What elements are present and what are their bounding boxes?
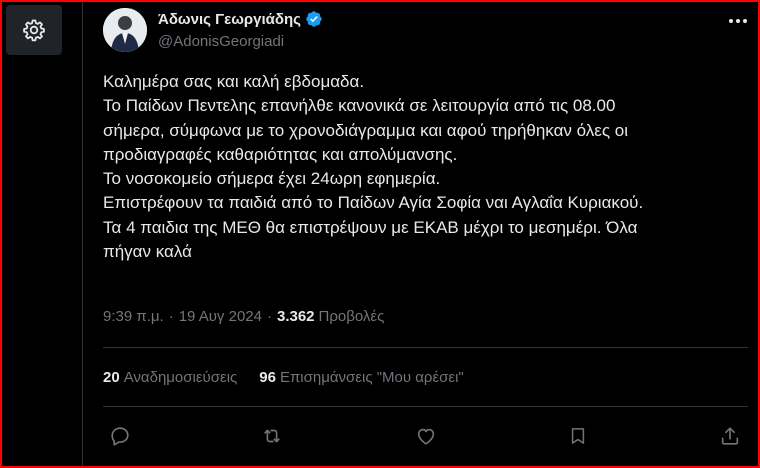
tweet-date[interactable]: 19 Αυγ 2024 (179, 308, 262, 325)
likes-count: 96 (259, 369, 276, 386)
settings-button[interactable] (6, 5, 62, 55)
share-icon (719, 425, 741, 447)
author-display-name[interactable]: Άδωνις Γεωργιάδης (158, 11, 301, 28)
bookmark-button[interactable] (565, 423, 591, 449)
tweet-text-line: προδιαγραφές καθαριότητας και απολύμανση… (103, 144, 458, 164)
views-label: Προβολές (318, 308, 385, 325)
tweet-text-line: Το Παίδων Πεντελης επανήλθε κανονικά σε … (103, 96, 616, 116)
more-options-button[interactable] (726, 11, 750, 31)
likes-stat[interactable]: 96 Επισημάνσεις "Μου αρέσει" (259, 369, 464, 386)
verified-badge-icon (305, 10, 323, 28)
share-button[interactable] (717, 423, 743, 449)
reposts-stat[interactable]: 20 Αναδημοσιεύσεις (103, 369, 237, 386)
reply-button[interactable] (107, 423, 133, 449)
tweet-text-line: Το νοσοκομείο σήμερα έχει 24ωρη εφημερία… (103, 169, 441, 189)
reposts-count: 20 (103, 369, 120, 386)
tweet-meta: 9:39 π.μ. · 19 Αυγ 2024 · 3.362 Προβολές (103, 308, 384, 325)
tweet-text-line: σήμερα, σύμφωνα με το χρονοδιάγραμμα και… (103, 120, 629, 140)
heart-icon (415, 425, 437, 447)
reply-icon (109, 425, 131, 447)
more-options-icon (728, 18, 748, 24)
tweet-text-line: Καλημέρα σας και καλή εβδομαδα. (103, 72, 365, 91)
tweet-time[interactable]: 9:39 π.μ. (103, 308, 164, 325)
tweet-text-line: πήγαν καλά (103, 242, 192, 262)
repost-icon (260, 425, 284, 447)
engagement-stats: 20 Αναδημοσιεύσεις 96 Επισημάνσεις "Μου … (103, 369, 464, 386)
repost-button[interactable] (259, 423, 285, 449)
meta-separator: · (168, 308, 174, 325)
meta-separator: · (266, 308, 272, 325)
tweet-text-line: Επιστρέφουν τα παιδιά από το Παίδων Αγία… (103, 193, 644, 213)
column-divider (82, 0, 83, 468)
reposts-label: Αναδημοσιεύσεις (123, 369, 238, 386)
like-button[interactable] (413, 423, 439, 449)
gear-icon (22, 18, 46, 42)
author-name-row[interactable]: Άδωνις Γεωργιάδης (158, 10, 323, 28)
avatar[interactable] (103, 8, 147, 52)
author-handle[interactable]: @AdonisGeorgiadi (158, 33, 284, 50)
bookmark-icon (568, 425, 588, 447)
likes-label: Επισημάνσεις "Μου αρέσει" (279, 369, 464, 386)
views-count: 3.362 (276, 308, 315, 325)
divider (103, 347, 748, 348)
tweet-text-line: Τα 4 παιδια της ΜΕΘ θα επιστρέψουν με ΕΚ… (103, 217, 638, 237)
divider (103, 406, 748, 407)
tweet-text: Καλημέρα σας και καλή εβδομαδα. Το Παίδω… (103, 70, 743, 264)
action-bar (103, 423, 748, 449)
